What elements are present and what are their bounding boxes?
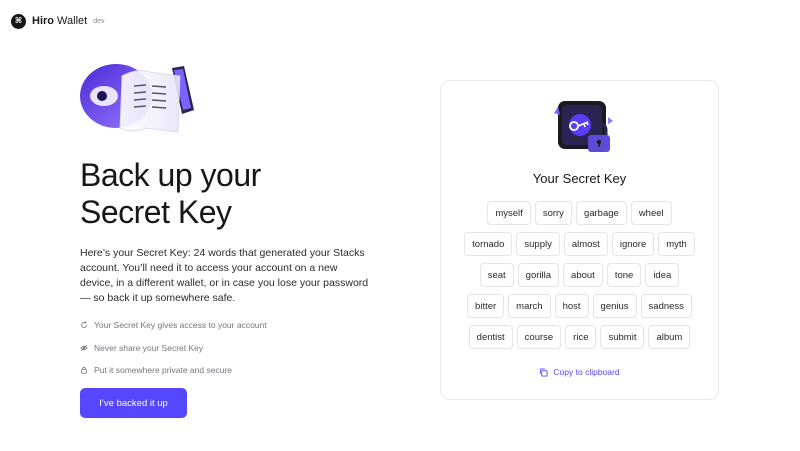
tip-item: Never share your Secret Key [80, 341, 267, 355]
secret-word: supply [516, 232, 560, 256]
backed-up-button[interactable]: I’ve backed it up [80, 388, 187, 418]
page-title: Back up your Secret Key [80, 157, 261, 230]
secret-word: genius [592, 294, 637, 318]
secret-word: seat [479, 263, 514, 287]
secret-key-card: Your Secret Key myself sorry garbage whe… [440, 80, 719, 400]
secret-word: march [508, 294, 551, 318]
eye-off-icon [80, 344, 88, 352]
secret-word: about [563, 263, 603, 287]
secret-word: host [554, 294, 589, 318]
tip-item: Your Secret Key gives access to your acc… [80, 318, 267, 332]
word-row: dentist course rice submit album [441, 325, 718, 349]
secret-word: idea [645, 263, 680, 287]
secret-key-words: myself sorry garbage wheel tornado suppl… [441, 201, 718, 356]
secret-word: tornado [464, 232, 513, 256]
secret-word: wheel [630, 201, 672, 225]
secret-word: dentist [468, 325, 513, 349]
copy-icon [540, 367, 548, 377]
secret-word: tone [606, 263, 642, 287]
card-title: Your Secret Key [532, 171, 627, 186]
key-lock-illustration-icon [554, 101, 613, 152]
tip-item: Put it somewhere private and secure [80, 363, 267, 377]
copy-label: Copy to clipboard [553, 367, 620, 377]
header: ⌘ Hiro Wallet dev [11, 13, 105, 29]
secret-word: gorilla [517, 263, 560, 287]
hiro-logo-icon[interactable]: ⌘ [11, 13, 26, 29]
tips-list: Your Secret Key gives access to your acc… [80, 318, 267, 386]
eye-document-illustration-icon [80, 64, 194, 133]
brand-name: Hiro Wallet [32, 15, 88, 27]
secret-word: myself [487, 201, 531, 225]
lock-icon [80, 366, 88, 374]
secret-word: garbage [575, 201, 627, 225]
copy-to-clipboard-button[interactable]: Copy to clipboard [441, 367, 718, 377]
secret-word: submit [600, 325, 645, 349]
secret-word: album [648, 325, 691, 349]
secret-word: sadness [640, 294, 692, 318]
secret-word: almost [563, 232, 608, 256]
tip-text: Your Secret Key gives access to your acc… [94, 320, 267, 330]
secret-word: rice [565, 325, 597, 349]
secret-word: sorry [534, 201, 572, 225]
secret-word: bitter [467, 294, 505, 318]
secret-word: myth [658, 232, 695, 256]
word-row: seat gorilla about tone idea [441, 263, 718, 287]
secret-word: course [516, 325, 562, 349]
page-description: Here’s your Secret Key: 24 words that ge… [80, 247, 369, 304]
env-badge: dev [93, 17, 105, 25]
refresh-icon [80, 321, 88, 329]
tip-text: Put it somewhere private and secure [94, 365, 232, 375]
secret-word: ignore [611, 232, 655, 256]
tip-text: Never share your Secret Key [94, 342, 204, 353]
word-row: bitter march host genius sadness [441, 294, 718, 318]
word-row: tornado supply almost ignore myth [441, 232, 718, 256]
word-row: myself sorry garbage wheel [441, 201, 718, 225]
